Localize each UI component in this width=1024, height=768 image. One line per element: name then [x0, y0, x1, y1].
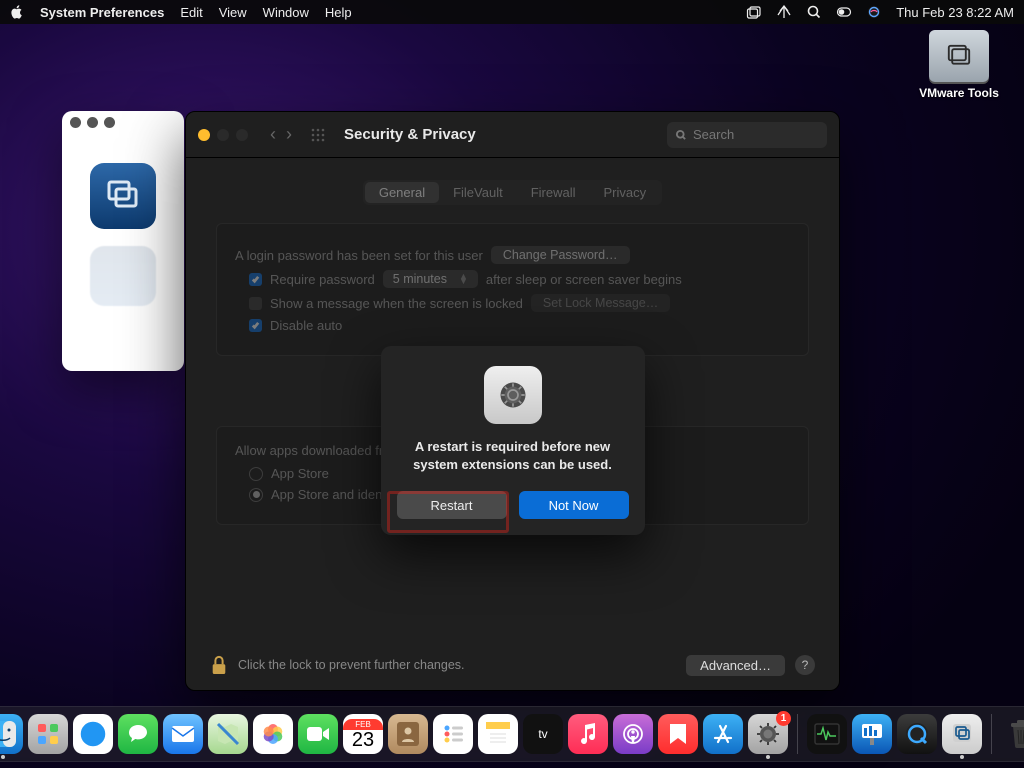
vmware-icon — [90, 163, 156, 229]
menu-help[interactable]: Help — [325, 5, 352, 20]
tab-firewall[interactable]: Firewall — [517, 182, 590, 203]
tab-general[interactable]: General — [365, 182, 439, 203]
window-footer: Click the lock to prevent further change… — [210, 654, 815, 676]
drive-icon — [929, 30, 989, 82]
toolbar-search[interactable]: Search — [667, 122, 827, 148]
dock-app-contacts[interactable] — [388, 714, 428, 754]
dock-app-messages[interactable] — [118, 714, 158, 754]
system-preferences-icon — [484, 366, 542, 424]
zoom-button[interactable] — [236, 129, 248, 141]
dock-app-activity-monitor[interactable] — [807, 714, 847, 754]
restart-button[interactable]: Restart — [397, 491, 507, 519]
menubar-clock[interactable]: Thu Feb 23 8:22 AM — [896, 5, 1014, 20]
siri-icon[interactable] — [866, 4, 882, 20]
tab-bar: General FileVault Firewall Privacy — [363, 180, 662, 205]
dock-app-reminders[interactable] — [433, 714, 473, 754]
dock-app-system-preferences[interactable]: 1 — [748, 714, 788, 754]
help-button[interactable]: ? — [795, 655, 815, 675]
dock-app-vmware-installer[interactable] — [942, 714, 982, 754]
set-lock-message-button: Set Lock Message… — [531, 294, 670, 312]
window-controls — [70, 117, 115, 128]
calendar-day: 23 — [352, 730, 374, 750]
allow-appstore-radio[interactable] — [249, 467, 263, 481]
lock-icon[interactable] — [210, 654, 228, 676]
zoom-button[interactable] — [104, 117, 115, 128]
dock-app-podcasts[interactable] — [613, 714, 653, 754]
dock-separator — [991, 714, 992, 754]
dock-app-facetime[interactable] — [298, 714, 338, 754]
dock-app-keynote[interactable] — [852, 714, 892, 754]
tab-privacy[interactable]: Privacy — [590, 182, 661, 203]
menu-edit[interactable]: Edit — [180, 5, 202, 20]
show-message-checkbox[interactable] — [249, 297, 262, 310]
show-all-icon[interactable] — [310, 127, 326, 143]
search-placeholder: Search — [693, 127, 734, 142]
dock-app-maps[interactable] — [208, 714, 248, 754]
apple-menu-icon[interactable] — [10, 5, 24, 19]
show-message-label: Show a message when the screen is locked — [270, 296, 523, 311]
control-center-icon[interactable] — [836, 4, 852, 20]
close-button[interactable] — [198, 129, 210, 141]
minimize-button[interactable] — [217, 129, 229, 141]
dock-app-music[interactable] — [568, 714, 608, 754]
desktop-icon-label: VMware Tools — [919, 86, 999, 100]
dock-app-news[interactable] — [658, 714, 698, 754]
tab-filevault[interactable]: FileVault — [439, 182, 517, 203]
dock-app-notes[interactable] — [478, 714, 518, 754]
advanced-button[interactable]: Advanced… — [686, 655, 785, 676]
dialog-message: A restart is required before new system … — [397, 438, 629, 473]
not-now-button[interactable]: Not Now — [519, 491, 629, 519]
dock-app-finder[interactable] — [0, 714, 23, 754]
desktop-icon-vmware-tools[interactable]: VMware Tools — [918, 30, 1000, 100]
menu-window[interactable]: Window — [263, 5, 309, 20]
window-title: Security & Privacy — [344, 126, 476, 143]
close-button[interactable] — [70, 117, 81, 128]
allow-appstore-label: App Store — [271, 466, 329, 481]
require-password-after-text: after sleep or screen saver begins — [486, 272, 682, 287]
require-password-label: Require password — [270, 272, 375, 287]
menubar: System Preferences Edit View Window Help… — [0, 0, 1024, 24]
dock-app-quicktime[interactable] — [897, 714, 937, 754]
dock-separator — [797, 714, 798, 754]
login-password-section: A login password has been set for this u… — [216, 223, 809, 356]
window-toolbar: ‹ › Security & Privacy Search — [186, 112, 839, 158]
restart-required-dialog: A restart is required before new system … — [381, 346, 645, 535]
change-password-button[interactable]: Change Password… — [491, 246, 630, 264]
dock-app-photos[interactable] — [253, 714, 293, 754]
minimize-button[interactable] — [87, 117, 98, 128]
dock-app-launchpad[interactable] — [28, 714, 68, 754]
dock-app-tv[interactable]: tv — [523, 714, 563, 754]
stage-manager-icon[interactable] — [746, 4, 762, 20]
calendar-month: FEB — [343, 719, 383, 730]
disable-auto-login-checkbox[interactable] — [249, 319, 262, 332]
app-menu[interactable]: System Preferences — [40, 5, 164, 20]
forward-button[interactable]: › — [286, 124, 292, 145]
spotlight-icon[interactable] — [806, 4, 822, 20]
require-password-checkbox[interactable] — [249, 273, 262, 286]
network-icon[interactable] — [776, 4, 792, 20]
allow-identified-radio[interactable] — [249, 488, 263, 502]
dock-trash[interactable] — [1001, 714, 1024, 754]
dock-app-calendar[interactable]: FEB 23 — [343, 714, 383, 754]
login-password-text: A login password has been set for this u… — [235, 248, 483, 263]
menu-view[interactable]: View — [219, 5, 247, 20]
vmware-installer-window[interactable] — [62, 111, 184, 371]
dock-app-mail[interactable] — [163, 714, 203, 754]
chevron-updown-icon: ▲▼ — [459, 274, 468, 284]
sysprefs-badge: 1 — [776, 711, 791, 726]
lock-text: Click the lock to prevent further change… — [238, 658, 465, 672]
require-password-delay-select[interactable]: 5 minutes ▲▼ — [383, 270, 478, 288]
dock-app-appstore[interactable] — [703, 714, 743, 754]
window-body: General FileVault Firewall Privacy A log… — [186, 158, 839, 690]
system-preferences-window: ‹ › Security & Privacy Search General Fi… — [185, 111, 840, 691]
dock-app-safari[interactable] — [73, 714, 113, 754]
disable-auto-login-label: Disable auto — [270, 318, 342, 333]
back-button[interactable]: ‹ — [270, 124, 276, 145]
dock: FEB 23 tv 1 — [0, 706, 1024, 762]
